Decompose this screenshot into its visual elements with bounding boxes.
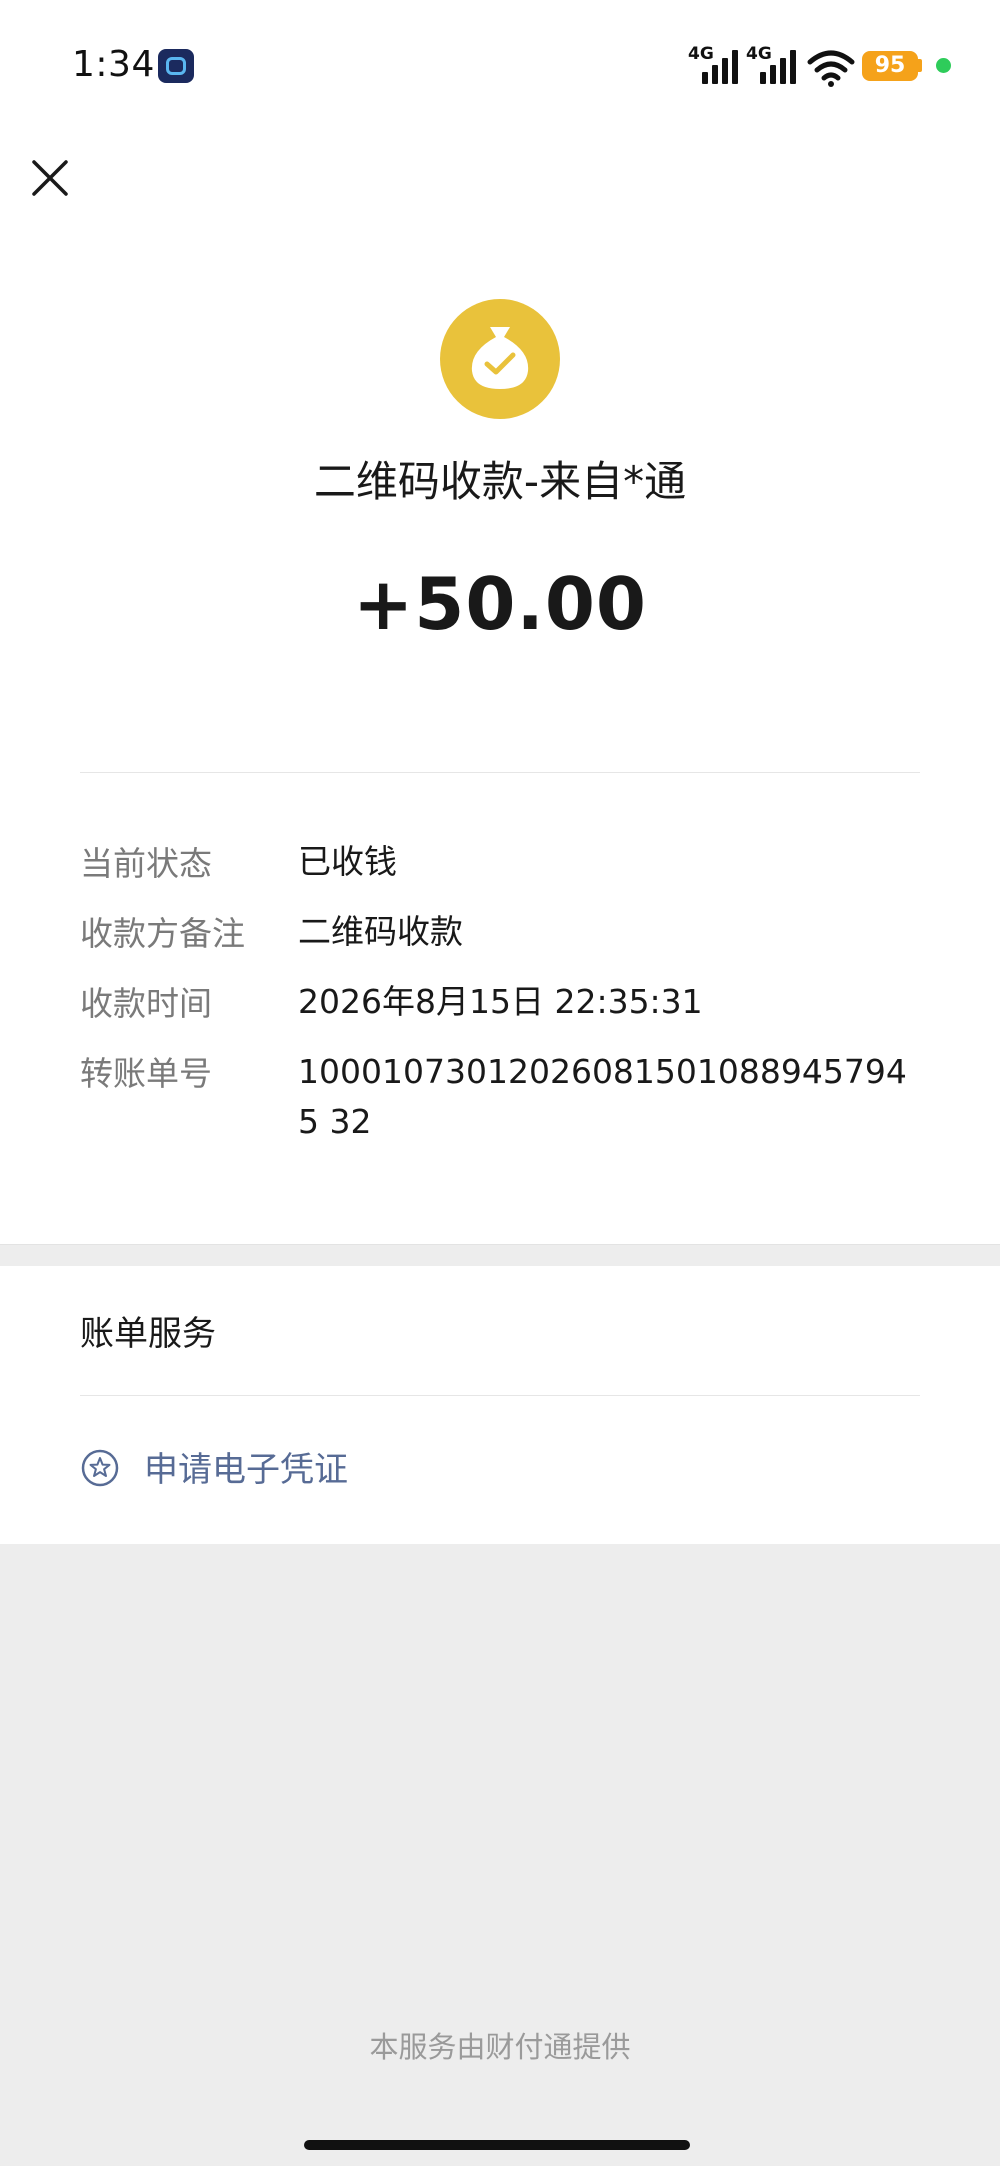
battery-tip: [918, 59, 922, 72]
signal-type-label: 4G: [688, 44, 714, 64]
transaction-amount: +50.00: [352, 562, 648, 646]
provider-footer-text: 本服务由财付通提供: [369, 2030, 631, 2064]
cellular-signal-icon: 4G: [688, 44, 742, 84]
transaction-title: 二维码收款-来自*通: [313, 457, 687, 506]
app-notification-icon: [158, 49, 194, 83]
status-time: 1:34: [72, 44, 155, 85]
signal-type-label: 4G: [746, 44, 772, 64]
section-divider: [80, 772, 920, 773]
home-indicator[interactable]: [304, 2140, 690, 2150]
bill-service-title: 账单服务: [80, 1314, 216, 1354]
battery-icon: 95: [862, 51, 918, 81]
service-divider: [80, 1395, 920, 1396]
section-gap: [0, 1244, 1000, 1267]
detail-value-remark: 二维码收款: [298, 912, 463, 951]
cellular-signal-icon: 4G: [746, 44, 800, 84]
detail-value-time: 2026年8月15日 22:35:31: [298, 982, 703, 1021]
detail-label-status: 当前状态: [80, 844, 212, 883]
star-circle-icon: [81, 1449, 119, 1487]
close-icon[interactable]: [24, 152, 76, 204]
detail-label-time: 收款时间: [80, 984, 212, 1023]
detail-value-transaction-id[interactable]: 100010730120260815010889457945 32: [298, 1047, 918, 1147]
detail-value-status: 已收钱: [298, 842, 397, 881]
detail-label-remark: 收款方备注: [80, 914, 245, 953]
bill-service-section: 账单服务 申请电子凭证: [0, 1266, 1000, 1544]
money-bag-check-icon: [440, 299, 560, 419]
main-panel: 1:34 4G 4G 95 二维码收款-来自*通 +50.00 当前状态 已收钱…: [0, 0, 1000, 1244]
apply-e-voucher-label: 申请电子凭证: [144, 1450, 348, 1490]
wifi-icon: [807, 50, 855, 87]
status-bar: 1:34 4G 4G 95: [0, 0, 1000, 130]
detail-label-transaction-id: 转账单号: [80, 1054, 212, 1093]
privacy-indicator-dot: [936, 58, 951, 73]
